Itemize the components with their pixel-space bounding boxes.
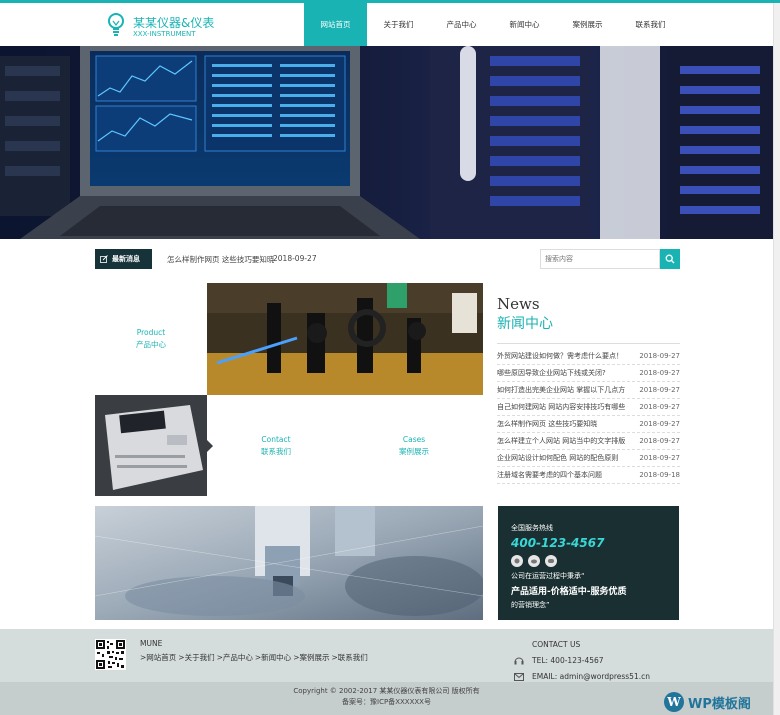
ticker-headline[interactable]: 怎么样制作网页 这些技巧要知晓 bbox=[167, 254, 274, 265]
news-item[interactable]: 注册域名需要考虑的四个基本问题 2018-09-18 bbox=[497, 467, 680, 484]
ticker-date: 2018-09-27 bbox=[273, 254, 317, 263]
watermark-text: WP模板阁 bbox=[688, 696, 751, 712]
footer-link-contact[interactable]: >联系我们 bbox=[331, 652, 367, 663]
footer-link-products[interactable]: >产品中心 bbox=[217, 652, 253, 663]
search-icon bbox=[665, 254, 675, 264]
tile-contact[interactable]: Contact 联系我们 bbox=[207, 395, 345, 496]
tile-cases-en: Cases bbox=[402, 434, 426, 444]
copyright-bar: Copyright © 2002-2017 某某仪器仪表有限公司 版权所有 备案… bbox=[0, 682, 773, 715]
logo-subtitle: XXX-INSTRUMENT bbox=[133, 30, 196, 38]
tile-product-en: Product bbox=[136, 328, 166, 337]
tile-contact-cn: 联系我们 bbox=[261, 446, 291, 456]
hotline-line3: 的营销理念” bbox=[511, 601, 550, 609]
qq-icon[interactable] bbox=[511, 555, 523, 567]
contact-tel-row: TEL: 400-123-4567 bbox=[514, 656, 650, 665]
hotline-line1: 公司在运营过程中秉承“ bbox=[511, 572, 585, 580]
qr-code bbox=[95, 639, 126, 670]
search-input[interactable] bbox=[540, 249, 660, 269]
news-list: 外贸网站建设如何做？需考虑什么要点！ 2018-09-27 哪些原因导致企业网站下… bbox=[497, 348, 680, 484]
service-hotline: 全国服务热线 400-123-4567 公司在运营过程中秉承“ 产品适用-价格适… bbox=[498, 506, 679, 620]
nav-contact[interactable]: 联系我们 bbox=[619, 3, 682, 46]
nav-about[interactable]: 关于我们 bbox=[367, 3, 430, 46]
nav-cases[interactable]: 案例展示 bbox=[556, 3, 619, 46]
icp-number[interactable]: 备案号：豫ICP备XXXXXX号 bbox=[0, 697, 773, 708]
contact-email[interactable]: EMAIL: admin@wordpress51.cn bbox=[532, 672, 650, 681]
hotline-phone[interactable]: 400-123-4567 bbox=[511, 536, 679, 550]
news-item[interactable]: 企业网站设计如何配色 网站的配色原则 2018-09-27 bbox=[497, 450, 680, 467]
microscope-banner bbox=[95, 506, 483, 620]
footer-contact: CONTACT US TEL: 400-123-4567 EMAIL: admi… bbox=[514, 640, 650, 681]
news-divider bbox=[497, 343, 680, 344]
nav-news[interactable]: 新闻中心 bbox=[493, 3, 556, 46]
edit-icon bbox=[100, 255, 108, 263]
instrument-image bbox=[95, 395, 207, 496]
tile-pointer-arrow bbox=[207, 440, 213, 452]
nav-home[interactable]: 网站首页 bbox=[304, 3, 367, 46]
search-box bbox=[540, 249, 680, 269]
hotline-social bbox=[511, 555, 679, 567]
optics-lab-image bbox=[207, 283, 483, 395]
site-footer: MUNE >网站首页 >关于我们 >产品中心 >新闻中心 >案例展示 >联系我们… bbox=[0, 629, 773, 682]
news-item[interactable]: 怎么样建立个人网站 网站当中的文字排版 2018-09-27 bbox=[497, 433, 680, 450]
news-title-en: News bbox=[497, 295, 540, 313]
logo-title: 某某仪器&仪表 bbox=[133, 16, 215, 30]
latest-news-bar: 最新消息 怎么样制作网页 这些技巧要知晓 2018-09-27 bbox=[95, 249, 680, 269]
news-item[interactable]: 外贸网站建设如何做？需考虑什么要点！ 2018-09-27 bbox=[497, 348, 680, 365]
tile-contact-en: Contact bbox=[261, 434, 291, 444]
feature-grid: Product 产品中心 Contact 联系我们 Cases 案例展示 bbox=[95, 283, 483, 496]
contact-title: CONTACT US bbox=[532, 640, 581, 649]
footer-link-news[interactable]: >新闻中心 bbox=[255, 652, 291, 663]
tile-cases-cn: 案例展示 bbox=[399, 446, 429, 456]
latest-news-label: 最新消息 bbox=[112, 255, 140, 263]
main-nav: 网站首页 关于我们 产品中心 新闻中心 案例展示 联系我们 bbox=[304, 3, 682, 46]
tile-product-cn: 产品中心 bbox=[136, 340, 166, 349]
weibo-icon[interactable] bbox=[528, 555, 540, 567]
headset-icon bbox=[514, 657, 524, 665]
news-item[interactable]: 怎么样制作网页 这些技巧要知晓 2018-09-27 bbox=[497, 416, 680, 433]
page-scrollbar[interactable] bbox=[773, 3, 780, 715]
footer-links: >网站首页 >关于我们 >产品中心 >新闻中心 >案例展示 >联系我们 bbox=[140, 652, 368, 663]
news-item[interactable]: 自己如何建网站 网站内容安排技巧有哪些 2018-09-27 bbox=[497, 399, 680, 416]
contact-tel: TEL: 400-123-4567 bbox=[532, 656, 604, 665]
wp-watermark: W WP模板阁 bbox=[664, 692, 751, 712]
nav-products[interactable]: 产品中心 bbox=[430, 3, 493, 46]
tile-product[interactable]: Product 产品中心 bbox=[95, 283, 207, 395]
search-button[interactable] bbox=[660, 249, 680, 269]
contact-email-row: EMAIL: admin@wordpress51.cn bbox=[514, 672, 650, 681]
wechat-icon[interactable] bbox=[545, 555, 557, 567]
server-room-illustration bbox=[0, 46, 773, 239]
site-logo[interactable]: 某某仪器&仪表 XXX-INSTRUMENT bbox=[106, 11, 236, 43]
lightbulb-icon bbox=[108, 13, 124, 36]
mail-icon bbox=[514, 672, 524, 681]
news-item[interactable]: 如何打造出完美企业网站 掌握以下几点方 2018-09-27 bbox=[497, 382, 680, 399]
footer-link-about[interactable]: >关于我们 bbox=[178, 652, 214, 663]
footer-link-home[interactable]: >网站首页 bbox=[140, 652, 176, 663]
footer-link-cases[interactable]: >案例展示 bbox=[293, 652, 329, 663]
site-header: 某某仪器&仪表 XXX-INSTRUMENT 网站首页 关于我们 产品中心 新闻… bbox=[0, 3, 780, 46]
wordpress-logo-icon: W bbox=[664, 692, 684, 712]
news-item[interactable]: 哪些原因导致企业网站下线或关闭? 2018-09-27 bbox=[497, 365, 680, 382]
tile-cases[interactable]: Cases 案例展示 bbox=[345, 395, 483, 496]
hotline-label: 全国服务热线 bbox=[511, 524, 553, 532]
latest-news-tag: 最新消息 bbox=[95, 249, 152, 269]
copyright-text: Copyright © 2002-2017 某某仪器仪表有限公司 版权所有 bbox=[293, 687, 480, 695]
footer-menu-title: MUNE bbox=[140, 639, 163, 648]
hotline-slogan: 产品适用-价格适中-服务优质 bbox=[511, 587, 627, 597]
news-section: News 新闻中心 外贸网站建设如何做？需考虑什么要点！ 2018-09-27 哪… bbox=[497, 295, 680, 484]
news-title-cn: 新闻中心 bbox=[497, 316, 553, 332]
hero-banner bbox=[0, 46, 773, 239]
